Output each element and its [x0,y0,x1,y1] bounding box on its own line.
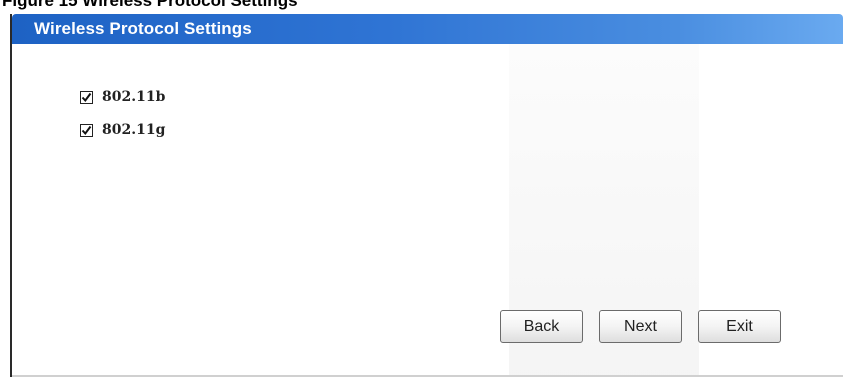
option-80211g[interactable]: 802.11g [80,121,165,139]
checkmark-icon [81,92,92,102]
option-label-80211g: 802.11g [102,122,166,138]
checkbox-80211g[interactable] [80,123,93,137]
checkbox-80211b[interactable] [80,90,93,104]
option-label-80211b: 802.11b [102,89,166,105]
figure-caption: Figure 15 Wireless Protocol Settings [2,0,298,10]
checkmark-icon [81,125,92,135]
wizard-panel: Wireless Protocol Settings 802.11b 802.1… [10,14,843,377]
next-button[interactable]: Next [599,310,682,343]
panel-title: Wireless Protocol Settings [34,19,252,38]
exit-button[interactable]: Exit [698,310,781,343]
option-80211b[interactable]: 802.11b [80,88,165,106]
back-button[interactable]: Back [500,310,583,343]
panel-header: Wireless Protocol Settings [12,14,843,44]
figure-caption-strip: Figure 15 Wireless Protocol Settings [0,0,843,12]
